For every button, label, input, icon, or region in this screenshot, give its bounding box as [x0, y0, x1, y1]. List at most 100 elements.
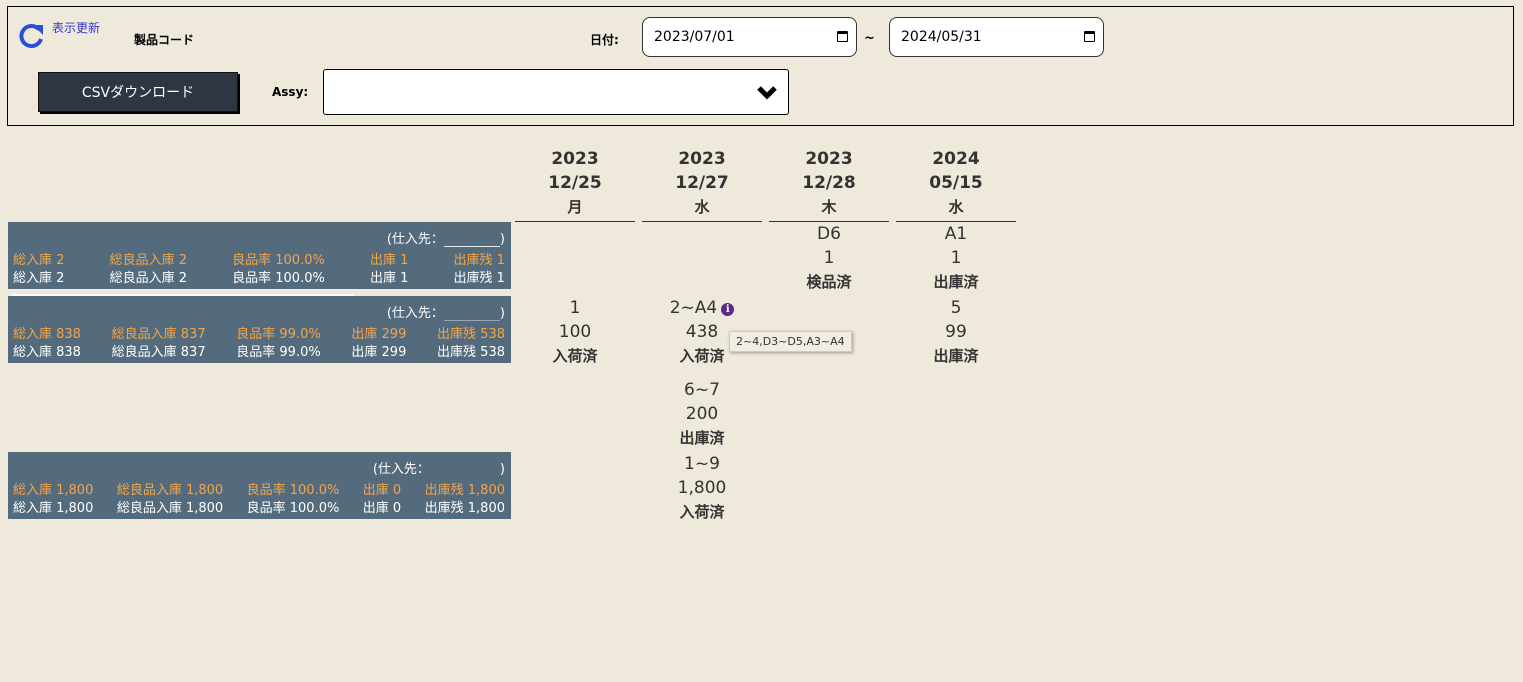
total-out: 出庫 0 [362, 483, 402, 498]
supplier-prefix: (仕入先： [386, 306, 444, 321]
column-date: 12/27 [675, 173, 729, 193]
good-rate: 良品率 99.0% [236, 327, 321, 342]
lot-range: 1 [569, 298, 581, 318]
remaining: 出庫残 538 [437, 327, 505, 342]
summary-row-white: 総入庫 1,800 総良品入庫 1,800 良品率 100.0% 出庫 0 出庫… [13, 497, 505, 516]
total-out: 出庫 1 [369, 271, 409, 286]
supplier-label: (仕入先：) [387, 228, 505, 247]
lot-range: 5 [950, 298, 962, 318]
lot-range: 1~9 [684, 454, 720, 474]
column-year: 2023 [678, 149, 726, 169]
lot-detail-tooltip: 2~4,D3~D5,A3~A4 [729, 331, 852, 352]
supplier-prefix: (仕入先： [372, 462, 430, 477]
supplier-prefix: (仕入先： [386, 232, 444, 247]
lot-range: D6 [817, 224, 841, 244]
schedule-cell[interactable]: 6~7 200 出庫済 [642, 378, 762, 450]
product-summary-panel: (仕入先：) 総入庫 2 総良品入庫 2 良品率 100.0% 出庫 1 出庫残… [8, 222, 511, 289]
remaining: 出庫残 1 [453, 253, 505, 268]
supplier-label: (仕入先：) [387, 302, 505, 321]
column-year: 2023 [805, 149, 853, 169]
assy-label: Assy: [272, 85, 309, 99]
column-date: 05/15 [929, 173, 983, 193]
summary-row-orange: 総入庫 2 総良品入庫 2 良品率 100.0% 出庫 1 出庫残 1 [13, 249, 505, 268]
summary-row-orange: 総入庫 1,800 総良品入庫 1,800 良品率 100.0% 出庫 0 出庫… [13, 479, 505, 498]
good-rate: 良品率 100.0% [232, 253, 325, 268]
quantity: 1 [823, 248, 835, 268]
product-code-label: 製品コード [134, 33, 195, 47]
csv-download-button[interactable]: CSVダウンロード [38, 72, 238, 112]
lot-range: A1 [944, 224, 968, 244]
date-column-header: 2024 05/15 水 [896, 147, 1016, 222]
total-out: 出庫 299 [351, 345, 407, 360]
good-rate: 良品率 99.0% [236, 345, 321, 360]
lot-range-row: 2~A4 i [642, 296, 762, 320]
quantity: 1 [950, 248, 962, 268]
schedule-cell[interactable]: A1 1 出庫済 [896, 222, 1016, 294]
date-column-header: 2023 12/28 木 [769, 147, 889, 222]
total-in: 総入庫 838 [13, 345, 81, 360]
total-out: 出庫 1 [369, 253, 409, 268]
status-label: 入荷済 [552, 347, 598, 365]
total-good-in: 総良品入庫 1,800 [116, 483, 224, 498]
remaining: 出庫残 538 [437, 345, 505, 360]
quantity: 100 [558, 322, 592, 342]
schedule-cell[interactable]: 1~9 1,800 入荷済 [642, 452, 762, 524]
total-out: 出庫 299 [351, 327, 407, 342]
schedule-cell[interactable]: 5 99 出庫済 [896, 296, 1016, 368]
refresh-icon[interactable] [17, 22, 45, 50]
column-weekday: 水 [694, 198, 710, 216]
total-in: 総入庫 838 [13, 327, 81, 342]
total-good-in: 総良品入庫 2 [109, 271, 187, 286]
column-date: 12/28 [802, 173, 856, 193]
total-out: 出庫 0 [362, 501, 402, 516]
chevron-down-icon [757, 86, 777, 100]
total-good-in: 総良品入庫 2 [109, 253, 187, 268]
total-good-in: 総良品入庫 837 [111, 345, 206, 360]
total-in: 総入庫 2 [13, 271, 65, 286]
column-weekday: 木 [821, 198, 837, 216]
info-icon[interactable]: i [721, 303, 735, 316]
quantity: 1,800 [677, 478, 727, 498]
date-to-input[interactable]: 2024/05/31 [889, 17, 1104, 57]
schedule-cell[interactable]: 1 100 入荷済 [515, 296, 635, 368]
total-in: 総入庫 2 [13, 253, 65, 268]
status-label: 出庫済 [933, 273, 979, 291]
quantity: 99 [945, 322, 967, 342]
total-in: 総入庫 1,800 [13, 501, 94, 516]
total-good-in: 総良品入庫 837 [111, 327, 206, 342]
status-label: 検品済 [806, 273, 852, 291]
lot-range: 6~7 [684, 380, 720, 400]
calendar-icon[interactable] [1084, 31, 1095, 42]
refresh-link[interactable]: 表示更新 [52, 19, 100, 36]
column-year: 2023 [551, 149, 599, 169]
supplier-suffix: ) [499, 232, 505, 247]
date-to-value: 2024/05/31 [901, 29, 982, 45]
date-from-input[interactable]: 2023/07/01 [642, 17, 857, 57]
summary-row-white: 総入庫 838 総良品入庫 837 良品率 99.0% 出庫 299 出庫残 5… [13, 341, 505, 360]
supplier-suffix: ) [499, 306, 505, 321]
date-column-header: 2023 12/25 月 [515, 147, 635, 222]
status-label: 出庫済 [933, 347, 979, 365]
quantity: 200 [685, 404, 719, 424]
good-rate: 良品率 100.0% [246, 501, 340, 516]
supplier-suffix: ) [499, 462, 505, 477]
summary-row-white: 総入庫 2 総良品入庫 2 良品率 100.0% 出庫 1 出庫残 1 [13, 267, 505, 286]
masked-product-name [12, 294, 353, 296]
status-label: 入荷済 [679, 503, 725, 521]
total-good-in: 総良品入庫 1,800 [116, 501, 224, 516]
date-from-value: 2023/07/01 [654, 29, 735, 45]
schedule-cell[interactable]: D6 1 検品済 [769, 222, 889, 294]
remaining: 出庫残 1 [453, 271, 505, 286]
total-in: 総入庫 1,800 [13, 483, 94, 498]
date-separator: ~ [864, 31, 875, 46]
product-summary-panel: (仕入先：) 総入庫 838 総良品入庫 837 良品率 99.0% 出庫 29… [8, 294, 511, 363]
lot-range: 2~A4 [669, 298, 718, 318]
status-label: 出庫済 [679, 429, 725, 447]
remaining: 出庫残 1,800 [424, 483, 505, 498]
column-date: 12/25 [548, 173, 602, 193]
column-weekday: 月 [567, 198, 583, 216]
calendar-icon[interactable] [837, 31, 848, 42]
summary-row-orange: 総入庫 838 総良品入庫 837 良品率 99.0% 出庫 299 出庫残 5… [13, 323, 505, 342]
product-summary-panel: (仕入先：) 総入庫 1,800 総良品入庫 1,800 良品率 100.0% … [8, 452, 511, 519]
assy-select[interactable] [323, 69, 789, 115]
